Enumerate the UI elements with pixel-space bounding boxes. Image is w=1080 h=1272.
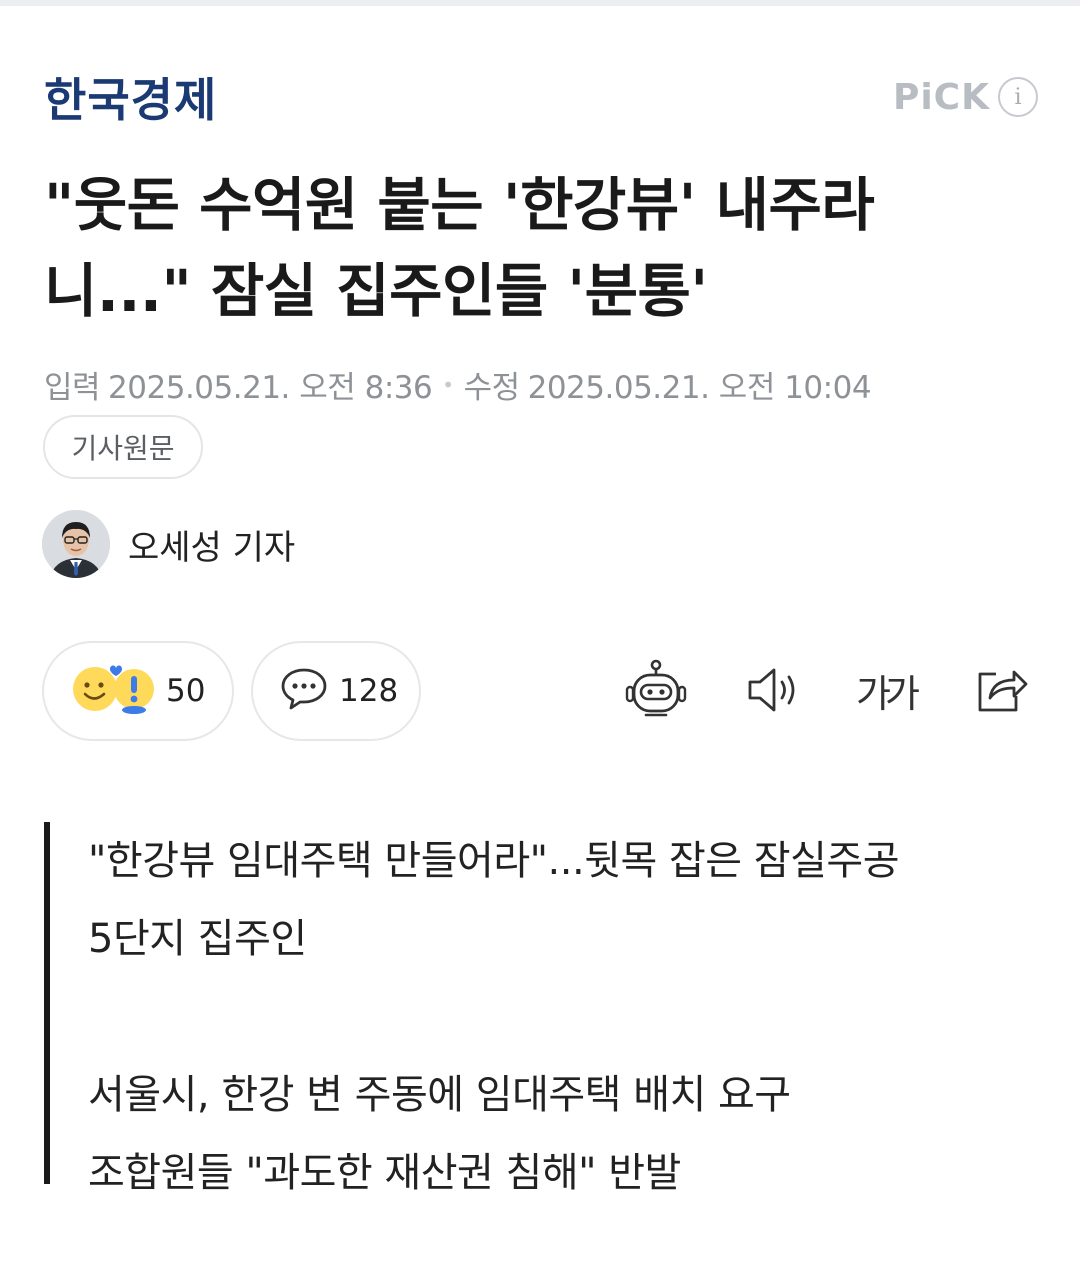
date-separator: • (442, 372, 454, 397)
article-toolbar: 가가 (620, 655, 1035, 725)
title-line-2: 니..." 잠실 집주인들 '분통' (44, 257, 708, 325)
pick-label: PiCK (892, 76, 990, 118)
robot-summary-icon[interactable] (620, 655, 692, 725)
title-line-1: "웃돈 수억원 붙는 '한강뷰' 내주라 (44, 171, 875, 239)
published-date: 2025.05.21. 오전 8:36 (108, 370, 433, 406)
reporter-info[interactable]: 오세성 기자 (42, 510, 295, 578)
pick-badge[interactable]: PiCK i (893, 77, 1038, 118)
press-logo[interactable]: 한국경제 (44, 64, 217, 130)
info-icon[interactable]: i (998, 77, 1038, 117)
comment-button[interactable]: 128 (251, 641, 421, 741)
article-dates: 입력 2025.05.21. 오전 8:36 • 수정 2025.05.21. … (44, 362, 872, 407)
reaction-emoji-icon (70, 663, 156, 719)
font-size-icon[interactable]: 가가 (850, 655, 920, 725)
font-size-label: 가가 (856, 671, 920, 716)
comment-count: 128 (339, 673, 399, 709)
original-article-button[interactable]: 기사원문 (43, 415, 203, 479)
reaction-count: 50 (166, 673, 206, 709)
share-icon[interactable] (970, 655, 1034, 725)
article-title: "웃돈 수억원 붙는 '한강뷰' 내주라 니..." 잠실 집주인들 '분통' (44, 162, 1034, 334)
top-status-strip (0, 0, 1080, 6)
modified-label: 수정 (463, 370, 521, 406)
reaction-button[interactable]: 50 (42, 641, 234, 741)
reporter-avatar[interactable] (42, 510, 110, 578)
reporter-name[interactable]: 오세성 기자 (128, 520, 295, 569)
comment-bubble-icon (279, 666, 329, 716)
modified-date: 2025.05.21. 오전 10:04 (527, 370, 872, 406)
summary-line-3: 서울시, 한강 변 주동에 임대주택 배치 요구 (88, 1072, 791, 1118)
summary-line-4: 조합원들 "과도한 재산권 침해" 반발 (88, 1150, 681, 1196)
press-header: 한국경제 PiCK i (44, 62, 1038, 132)
summary-spacer (50, 978, 1040, 1056)
article-summary-box: "한강뷰 임대주택 만들어라"...뒷목 잡은 잠실주공 5단지 집주인 서울시… (44, 822, 1040, 1196)
summary-line-2: 5단지 집주인 (88, 916, 307, 962)
article-page: 한국경제 PiCK i "웃돈 수억원 붙는 '한강뷰' 내주라 니..." 잠… (0, 0, 1080, 1272)
speaker-icon[interactable] (738, 655, 808, 725)
published-label: 입력 (44, 370, 101, 406)
summary-line-1: "한강뷰 임대주택 만들어라"...뒷목 잡은 잠실주공 (88, 838, 900, 884)
